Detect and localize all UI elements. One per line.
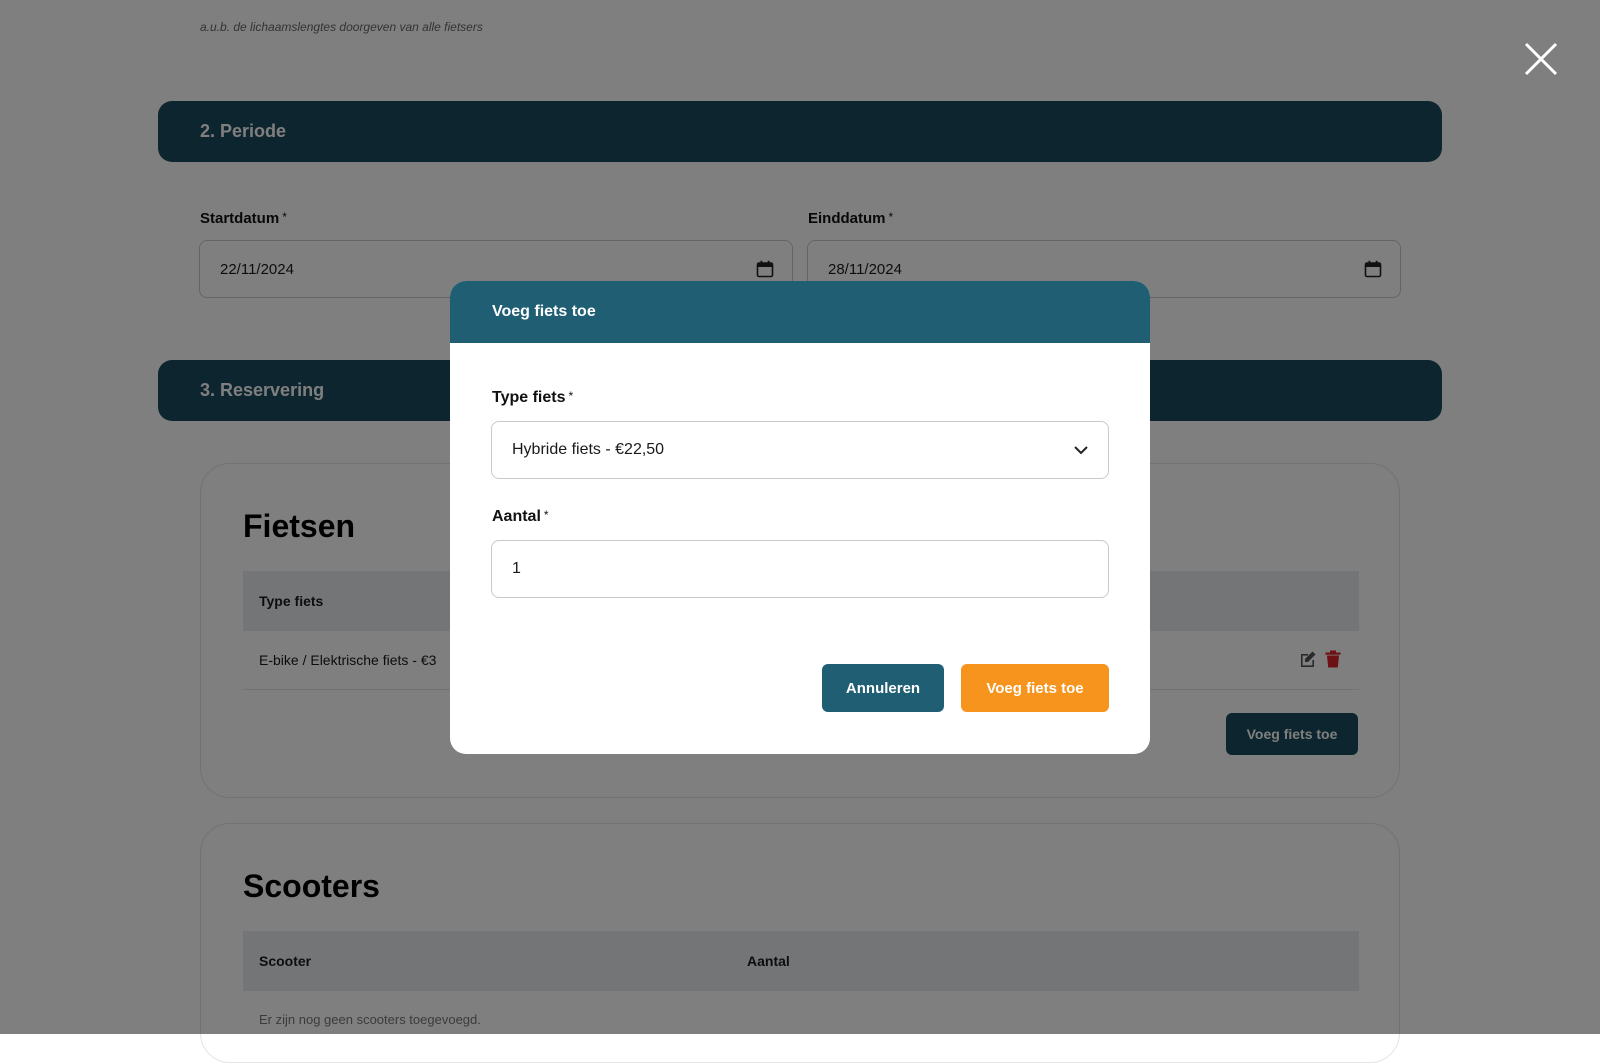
type-fiets-value: Hybride fiets - €22,50 (512, 441, 665, 458)
required-mark: * (543, 508, 549, 522)
aantal-label-text: Aantal (492, 508, 541, 525)
aantal-input[interactable]: 1 (491, 540, 1109, 598)
required-mark: * (568, 389, 574, 403)
close-icon[interactable] (1524, 42, 1558, 76)
aantal-label: Aantal * (492, 508, 549, 526)
aantal-value: 1 (512, 560, 521, 577)
chevron-down-icon (1074, 445, 1088, 454)
type-fiets-label: Type fiets * (492, 389, 573, 407)
modal-title: Voeg fiets toe (450, 281, 1150, 343)
type-fiets-label-text: Type fiets (492, 389, 566, 406)
cancel-button[interactable]: Annuleren (822, 664, 944, 712)
add-bike-modal: Voeg fiets toe Type fiets * Hybride fiets… (450, 281, 1150, 754)
type-fiets-select[interactable]: Hybride fiets - €22,50 (491, 421, 1109, 479)
submit-add-bike-button[interactable]: Voeg fiets toe (961, 664, 1109, 712)
